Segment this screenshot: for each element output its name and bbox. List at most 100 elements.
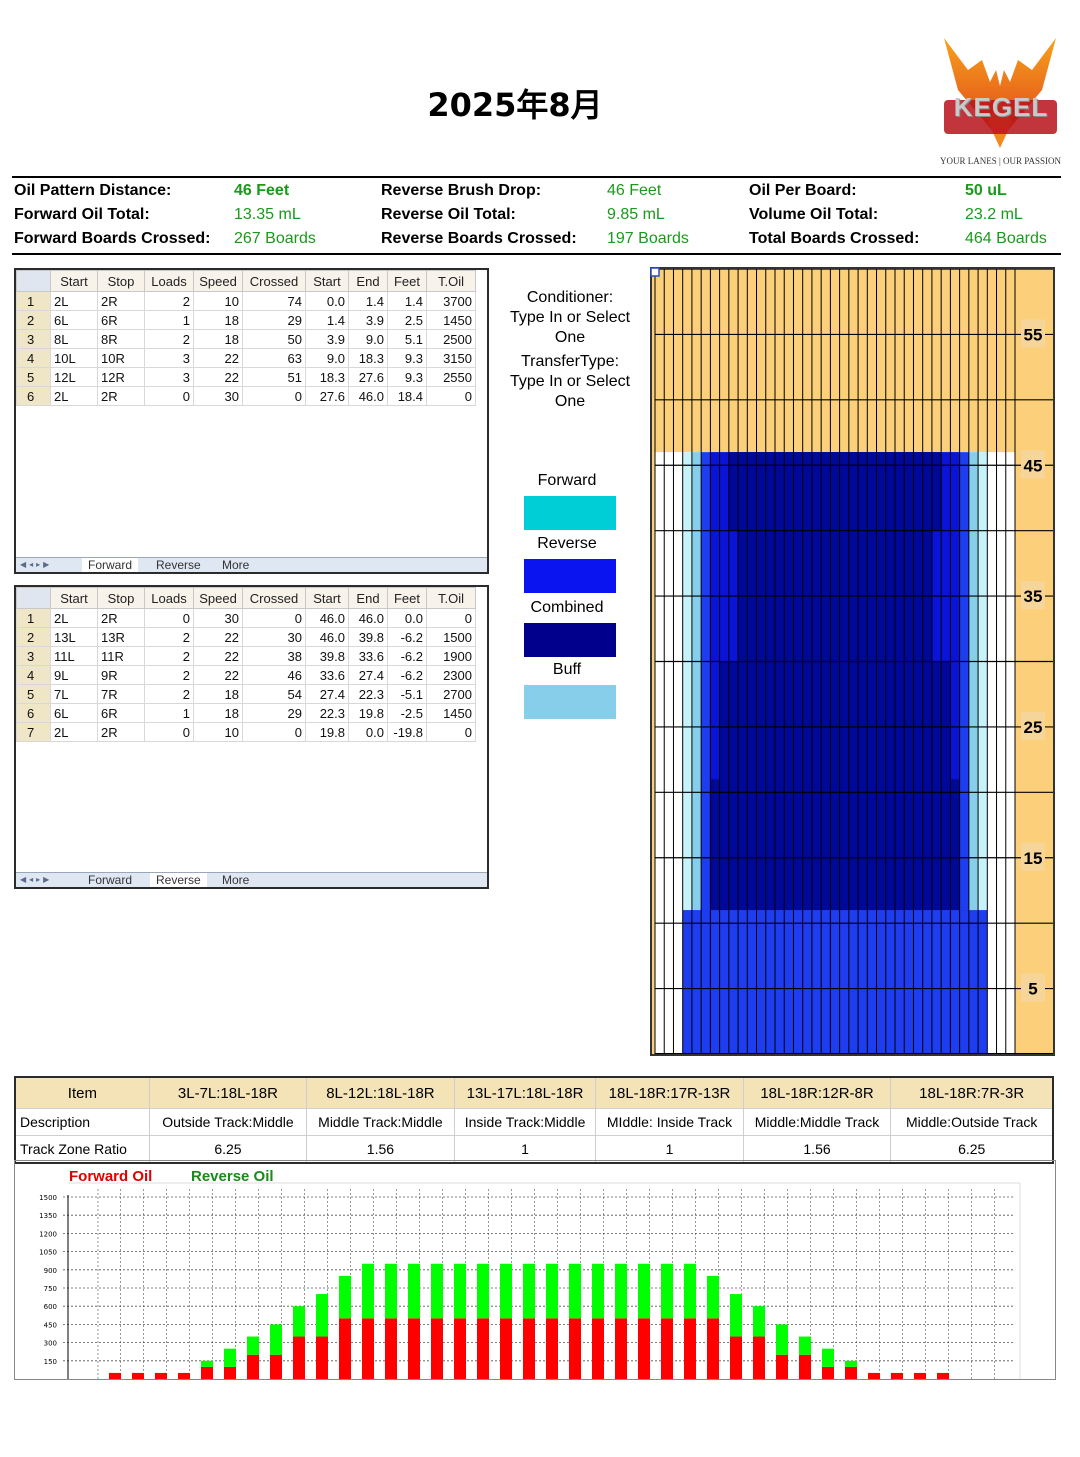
- grid-cell[interactable]: 39.8: [348, 627, 388, 647]
- grid-cell[interactable]: 6R: [97, 703, 145, 723]
- grid-column-header[interactable]: Start: [305, 270, 349, 292]
- grid-cell[interactable]: 2R: [97, 386, 145, 406]
- grid-column-header[interactable]: Speed: [193, 270, 243, 292]
- grid-cell[interactable]: -6.2: [387, 627, 427, 647]
- tab-reverse[interactable]: Reverse: [150, 873, 207, 887]
- grid-column-header[interactable]: Stop: [97, 270, 145, 292]
- grid-cell[interactable]: 50: [242, 329, 306, 349]
- grid-cell[interactable]: 74: [242, 291, 306, 311]
- grid-cell[interactable]: 46: [242, 665, 306, 685]
- grid-cell[interactable]: 7R: [97, 684, 145, 704]
- grid-cell[interactable]: 27.6: [348, 367, 388, 387]
- grid-cell[interactable]: 1.4: [305, 310, 349, 330]
- grid-cell[interactable]: 30: [193, 608, 243, 628]
- grid-row-number[interactable]: 2: [16, 310, 51, 330]
- tab-forward[interactable]: Forward: [82, 558, 139, 572]
- grid-cell[interactable]: 39.8: [305, 646, 349, 666]
- grid-cell[interactable]: 3.9: [348, 310, 388, 330]
- grid-row-number[interactable]: 5: [16, 684, 51, 704]
- grid-cell[interactable]: 3: [144, 348, 194, 368]
- grid-cell[interactable]: -6.2: [387, 646, 427, 666]
- grid-cell[interactable]: 8R: [97, 329, 145, 349]
- grid-cell[interactable]: 2300: [426, 665, 476, 685]
- grid-cell[interactable]: 8L: [50, 329, 98, 349]
- grid-cell[interactable]: 46.0: [305, 608, 349, 628]
- grid-column-header[interactable]: Start: [50, 587, 98, 609]
- grid-cell[interactable]: 0.0: [387, 608, 427, 628]
- grid-cell[interactable]: 2: [144, 684, 194, 704]
- sheet-nav-arrows-icon[interactable]: ◀◂▸▶: [20, 558, 52, 572]
- grid-cell[interactable]: 46.0: [348, 608, 388, 628]
- grid-cell[interactable]: 0.0: [305, 291, 349, 311]
- grid-cell[interactable]: 0: [242, 608, 306, 628]
- grid-row-number[interactable]: 3: [16, 329, 51, 349]
- grid-column-header[interactable]: Feet: [387, 270, 427, 292]
- grid-cell[interactable]: -19.8: [387, 722, 427, 742]
- grid-cell[interactable]: 13R: [97, 627, 145, 647]
- sheet-nav-arrows-icon[interactable]: ◀◂▸▶: [20, 873, 52, 887]
- grid-cell[interactable]: 30: [193, 386, 243, 406]
- grid-cell[interactable]: 9.3: [387, 367, 427, 387]
- grid-cell[interactable]: -5.1: [387, 684, 427, 704]
- grid-cell[interactable]: 3150: [426, 348, 476, 368]
- grid-cell[interactable]: 0: [144, 386, 194, 406]
- grid-corner[interactable]: [16, 587, 51, 609]
- grid-cell[interactable]: 27.6: [305, 386, 349, 406]
- grid-cell[interactable]: 18: [193, 310, 243, 330]
- grid-cell[interactable]: 0: [426, 608, 476, 628]
- grid-cell[interactable]: 9L: [50, 665, 98, 685]
- grid-cell[interactable]: 2700: [426, 684, 476, 704]
- grid-cell[interactable]: 18: [193, 684, 243, 704]
- grid-cell[interactable]: 0: [426, 722, 476, 742]
- grid-cell[interactable]: 18: [193, 329, 243, 349]
- grid-cell[interactable]: 2: [144, 646, 194, 666]
- grid-cell[interactable]: 3.9: [305, 329, 349, 349]
- grid-cell[interactable]: 6L: [50, 703, 98, 723]
- grid-cell[interactable]: 2L: [50, 386, 98, 406]
- grid-cell[interactable]: 3: [144, 367, 194, 387]
- grid-column-header[interactable]: Start: [305, 587, 349, 609]
- grid-cell[interactable]: 12L: [50, 367, 98, 387]
- tab-more[interactable]: More: [216, 558, 255, 572]
- grid-cell[interactable]: 18.3: [305, 367, 349, 387]
- grid-cell[interactable]: 33.6: [348, 646, 388, 666]
- grid-cell[interactable]: 1450: [426, 703, 476, 723]
- grid-cell[interactable]: 19.8: [305, 722, 349, 742]
- grid-cell[interactable]: 22: [193, 348, 243, 368]
- grid-cell[interactable]: 0: [144, 608, 194, 628]
- grid-cell[interactable]: 2R: [97, 608, 145, 628]
- grid-row[interactable]: 6 2L 2R 0 30 0 27.6 46.0 18.4 0: [16, 386, 476, 406]
- grid-cell[interactable]: 11L: [50, 646, 98, 666]
- grid-cell[interactable]: 54: [242, 684, 306, 704]
- tab-forward[interactable]: Forward: [82, 873, 138, 887]
- grid-cell[interactable]: 46.0: [348, 386, 388, 406]
- grid-cell[interactable]: 0: [426, 386, 476, 406]
- grid-cell[interactable]: 2500: [426, 329, 476, 349]
- grid-cell[interactable]: 1900: [426, 646, 476, 666]
- grid-cell[interactable]: -2.5: [387, 703, 427, 723]
- grid-row-number[interactable]: 1: [16, 608, 51, 628]
- grid-corner[interactable]: [16, 270, 51, 292]
- grid-cell[interactable]: 9.0: [348, 329, 388, 349]
- grid-column-header[interactable]: Crossed: [242, 587, 306, 609]
- grid-row[interactable]: 2 6L 6R 1 18 29 1.4 3.9 2.5 1450: [16, 310, 476, 330]
- grid-row[interactable]: 3 11L 11R 2 22 38 39.8 33.6 -6.2 1900: [16, 646, 476, 666]
- grid-cell[interactable]: 27.4: [305, 684, 349, 704]
- grid-row-number[interactable]: 5: [16, 367, 51, 387]
- tab-more[interactable]: More: [216, 873, 255, 887]
- grid-cell[interactable]: 10: [193, 291, 243, 311]
- grid-cell[interactable]: 6L: [50, 310, 98, 330]
- grid-row[interactable]: 5 12L 12R 3 22 51 18.3 27.6 9.3 2550: [16, 367, 476, 387]
- grid-row[interactable]: 3 8L 8R 2 18 50 3.9 9.0 5.1 2500: [16, 329, 476, 349]
- grid-cell[interactable]: 13L: [50, 627, 98, 647]
- grid-cell[interactable]: 0: [242, 386, 306, 406]
- grid-column-header[interactable]: Loads: [144, 587, 194, 609]
- grid-column-header[interactable]: Feet: [387, 587, 427, 609]
- grid-cell[interactable]: 38: [242, 646, 306, 666]
- grid-row-number[interactable]: 6: [16, 703, 51, 723]
- grid-cell[interactable]: 9.0: [305, 348, 349, 368]
- grid-cell[interactable]: 2550: [426, 367, 476, 387]
- grid-cell[interactable]: 5.1: [387, 329, 427, 349]
- grid-row[interactable]: 6 6L 6R 1 18 29 22.3 19.8 -2.5 1450: [16, 703, 476, 723]
- grid-cell[interactable]: 9R: [97, 665, 145, 685]
